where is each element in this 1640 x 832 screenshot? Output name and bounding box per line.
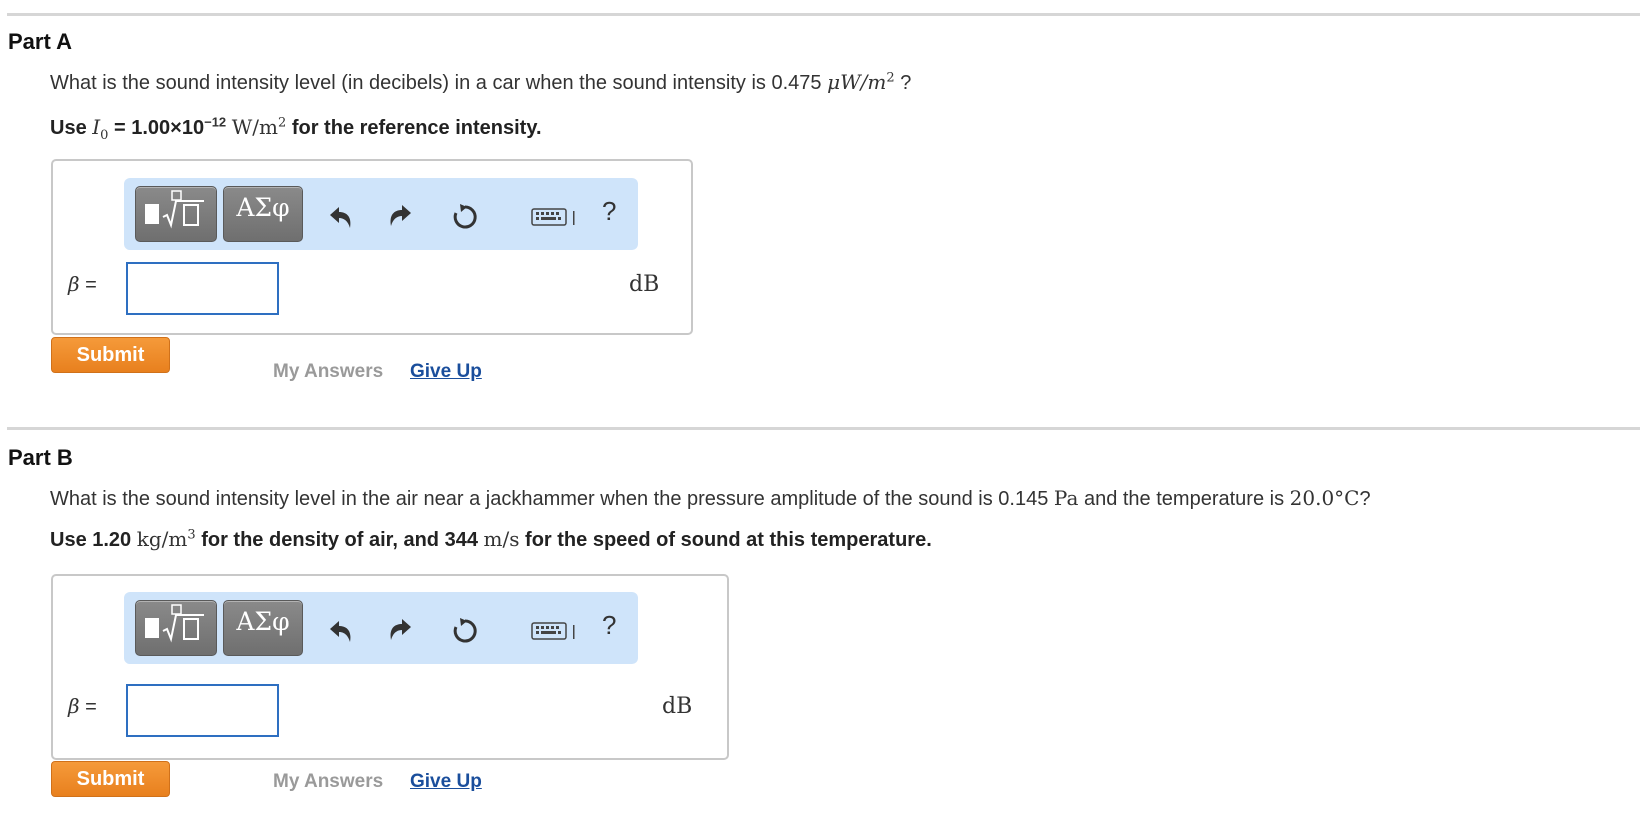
part-b-title: Part B — [8, 445, 73, 470]
templates-button[interactable] — [135, 600, 217, 656]
fraction-root-icon — [145, 190, 204, 229]
reset-icon[interactable] — [450, 616, 480, 646]
my-answers-link[interactable]: My Answers — [273, 771, 383, 793]
give-up-link[interactable]: Give Up — [410, 771, 482, 793]
part-a-hint: Use I0 = 1.00×10−12 W/m2 for the referen… — [50, 114, 542, 143]
submit-button[interactable]: Submit — [51, 761, 170, 797]
symbols-button[interactable]: ΑΣφ — [223, 186, 303, 242]
part-a-title: Part A — [8, 29, 72, 54]
part-a-answer-box: ΑΣφ ? β = dB — [51, 159, 693, 335]
answer-input[interactable] — [126, 684, 279, 737]
question-unit: μW/m2 — [827, 70, 895, 94]
undo-icon[interactable] — [326, 202, 356, 232]
part-b-answer-box: ΑΣφ ? β = dB — [51, 574, 729, 760]
section-divider — [7, 13, 1640, 16]
math-toolbar: ΑΣφ ? — [124, 178, 638, 250]
give-up-link[interactable]: Give Up — [410, 361, 482, 383]
redo-icon[interactable] — [385, 616, 415, 646]
help-button[interactable]: ? — [602, 196, 616, 227]
variable-label: β = — [68, 272, 97, 296]
math-toolbar: ΑΣφ ? — [124, 592, 638, 664]
redo-icon[interactable] — [385, 202, 415, 232]
undo-icon[interactable] — [326, 616, 356, 646]
fraction-root-icon — [145, 604, 204, 643]
part-a-question: What is the sound intensity level (in de… — [50, 70, 912, 94]
unit-label: dB — [662, 694, 693, 719]
variable-label: β = — [68, 694, 97, 718]
keyboard-icon[interactable] — [531, 620, 579, 642]
part-b-question: What is the sound intensity level in the… — [50, 486, 1371, 510]
symbols-button[interactable]: ΑΣφ — [223, 600, 303, 656]
unit-label: dB — [629, 272, 660, 297]
help-button[interactable]: ? — [602, 610, 616, 641]
answer-input[interactable] — [126, 262, 279, 315]
my-answers-link[interactable]: My Answers — [273, 361, 383, 383]
keyboard-icon[interactable] — [531, 206, 579, 228]
section-divider — [7, 427, 1640, 430]
submit-button[interactable]: Submit — [51, 337, 170, 373]
templates-button[interactable] — [135, 186, 217, 242]
part-b-hint: Use 1.20 kg/m3 for the density of air, a… — [50, 527, 932, 551]
reset-icon[interactable] — [450, 202, 480, 232]
